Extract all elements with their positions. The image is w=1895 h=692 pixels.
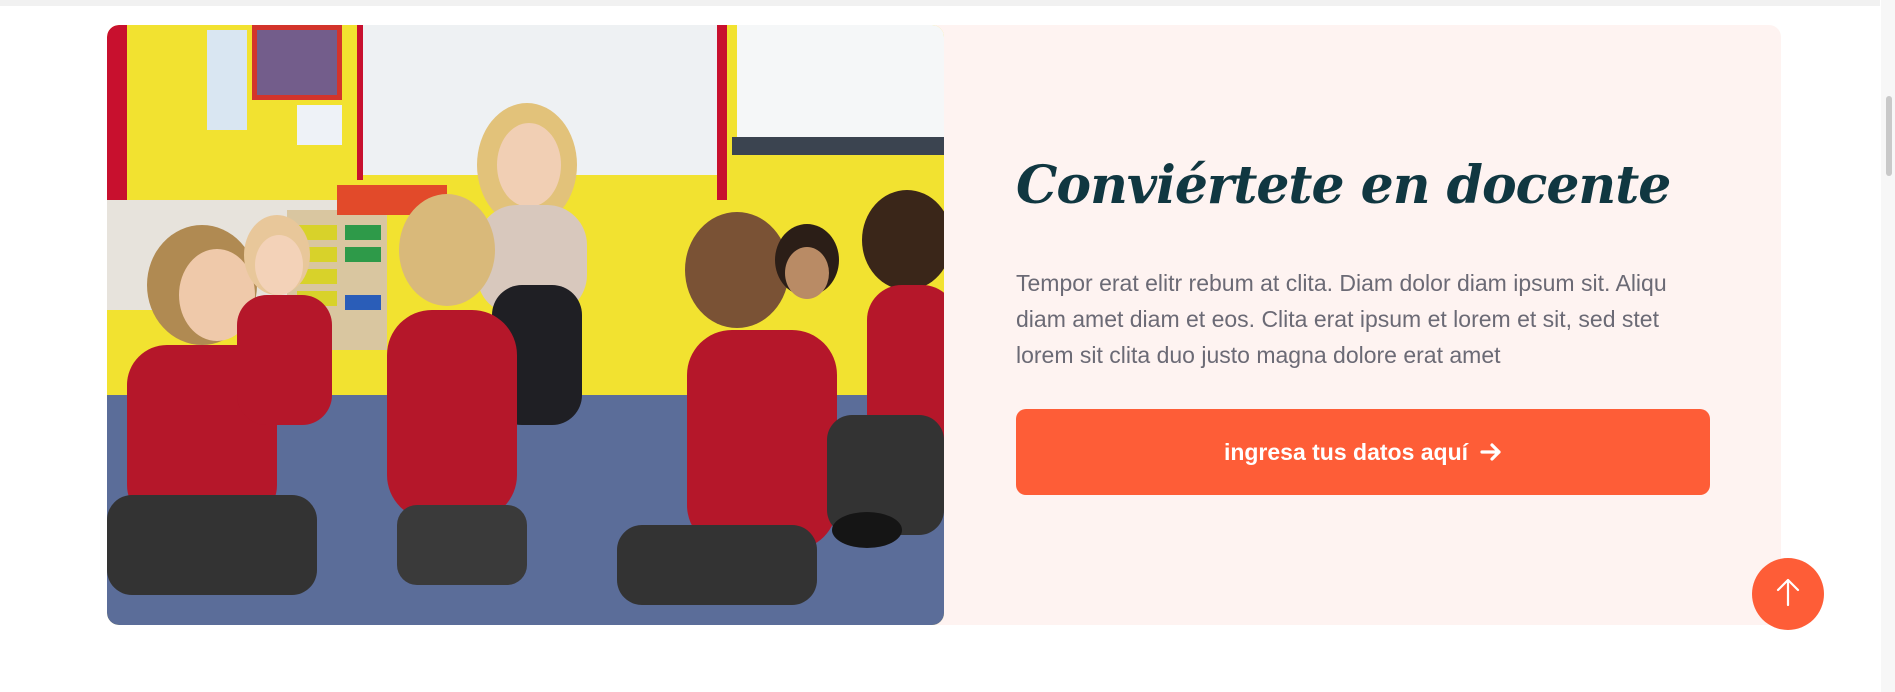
button-label: ingresa tus datos aquí xyxy=(1223,438,1469,465)
scrollbar-thumb[interactable] xyxy=(1886,96,1892,176)
back-to-top-button[interactable] xyxy=(1752,558,1824,630)
become-teacher-card: Conviértete en docente Tempor erat elitr… xyxy=(107,25,1781,625)
header-bottom-border xyxy=(0,0,1880,6)
classroom-photo xyxy=(107,25,944,625)
enter-your-details-button[interactable]: ingresa tus datos aquí xyxy=(1016,409,1710,495)
section-title: Conviértete en docente xyxy=(1016,155,1671,216)
section-description: Tempor erat elitr rebum at clita. Diam d… xyxy=(1016,270,1667,368)
arrow-up-icon xyxy=(1775,577,1801,612)
card-content: Conviértete en docente Tempor erat elitr… xyxy=(944,25,1781,625)
page-scrollbar[interactable] xyxy=(1881,0,1895,692)
arrow-right-icon xyxy=(1480,441,1502,463)
